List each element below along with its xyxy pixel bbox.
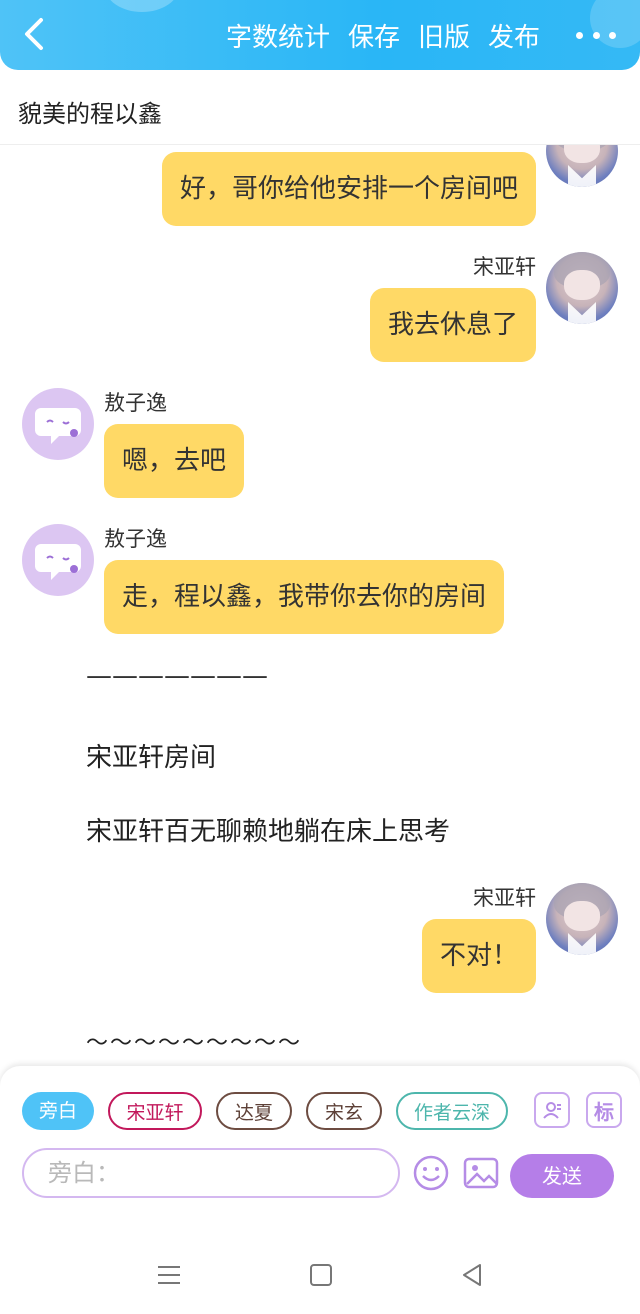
message-bubble[interactable]: 走，程以鑫，我带你去你的房间: [104, 560, 505, 634]
menu-icon[interactable]: [154, 1260, 184, 1290]
speaker-name: 敖子逸: [104, 391, 167, 415]
word-count-button[interactable]: 字数统计: [226, 17, 330, 54]
tag-button[interactable]: 标: [586, 1092, 622, 1128]
avatar[interactable]: [22, 524, 94, 596]
role-card-button[interactable]: [534, 1092, 570, 1128]
role-chip-song-yaxuan[interactable]: 宋亚轩: [108, 1092, 202, 1130]
image-icon[interactable]: [462, 1154, 500, 1192]
save-button[interactable]: 保存: [348, 17, 400, 54]
back-button[interactable]: [14, 14, 54, 54]
role-chip-narration[interactable]: 旁白: [22, 1092, 94, 1130]
input-panel: 旁白 宋亚轩 达夏 宋玄 作者云深 标 旁白： 发送: [0, 1066, 640, 1200]
avatar[interactable]: [22, 388, 94, 460]
speaker-name: 敖子逸: [104, 527, 167, 551]
avatar[interactable]: [546, 883, 618, 955]
more-button[interactable]: [576, 20, 616, 50]
message-bubble[interactable]: 好，哥你给他安排一个房间吧: [161, 152, 536, 226]
chat-bubble-avatar-icon: [35, 544, 81, 580]
decor-circle: [105, 0, 179, 12]
story-title-row[interactable]: 貌美的程以鑫: [0, 78, 640, 145]
message-bubble[interactable]: 不对！: [421, 919, 536, 993]
role-chip-author[interactable]: 作者云深: [396, 1092, 508, 1130]
narration-text[interactable]: 宋亚轩房间: [86, 737, 216, 774]
narration-text[interactable]: 宋亚轩百无聊赖地躺在床上思考: [86, 811, 450, 848]
role-card-icon: [543, 1102, 561, 1119]
speaker-name: 宋亚轩: [473, 886, 536, 910]
speaker-name: 宋亚轩: [473, 255, 536, 279]
publish-button[interactable]: 发布: [488, 17, 540, 54]
home-icon[interactable]: [306, 1260, 336, 1290]
narration-text[interactable]: ～～～～～～～～～: [86, 1025, 302, 1057]
emoji-icon[interactable]: [412, 1154, 450, 1192]
role-chip-songxuan[interactable]: 宋玄: [306, 1092, 382, 1130]
narration-divider[interactable]: ———————: [86, 661, 268, 691]
system-nav-bar: [0, 1200, 640, 1314]
chat-area[interactable]: 好，哥你给他安排一个房间吧 宋亚轩 我去休息了 敖子逸 嗯，去吧 敖子逸 走，程…: [0, 145, 640, 1065]
send-button[interactable]: 发送: [510, 1154, 614, 1198]
top-bar: 字数统计 保存 旧版 发布: [0, 0, 640, 70]
back-nav-icon[interactable]: [458, 1260, 488, 1290]
message-bubble[interactable]: 嗯，去吧: [104, 424, 245, 498]
old-version-button[interactable]: 旧版: [418, 17, 470, 54]
avatar[interactable]: [546, 145, 618, 187]
avatar[interactable]: [546, 252, 618, 324]
narration-input[interactable]: 旁白：: [22, 1148, 400, 1198]
top-actions: 字数统计 保存 旧版 发布: [226, 14, 540, 56]
story-title: 貌美的程以鑫: [18, 100, 162, 128]
role-chip-daxia[interactable]: 达夏: [216, 1092, 292, 1130]
more-icon: [576, 31, 583, 39]
chat-bubble-avatar-icon: [35, 408, 81, 444]
message-bubble[interactable]: 我去休息了: [369, 288, 536, 362]
back-icon: [25, 18, 43, 50]
